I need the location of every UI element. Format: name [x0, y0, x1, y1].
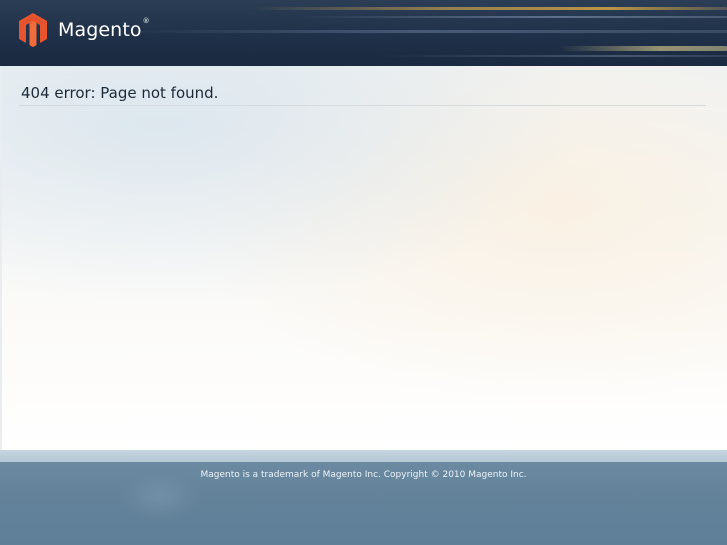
header-decor-streak: [560, 46, 727, 51]
header: Magento®: [0, 0, 727, 66]
magento-logo[interactable]: Magento®: [19, 13, 150, 47]
header-decor-streak: [300, 16, 727, 18]
content-border: [0, 66, 2, 450]
page-title: 404 error: Page not found.: [21, 84, 219, 102]
copyright-text: Magento is a trademark of Magento Inc. C…: [200, 470, 527, 480]
header-decor-streak: [250, 7, 727, 10]
header-decor-streak: [380, 55, 727, 57]
page: Magento® 404 error: Page not found. Mage…: [0, 0, 727, 545]
footer-band: [0, 450, 727, 462]
footer: Magento is a trademark of Magento Inc. C…: [0, 462, 727, 545]
magento-logo-icon: [19, 13, 47, 47]
header-decor-streak: [120, 30, 727, 33]
logo-text: Magento®: [58, 16, 150, 41]
title-divider: [19, 105, 706, 106]
main-content: 404 error: Page not found.: [0, 66, 727, 450]
registered-mark: ®: [142, 16, 150, 25]
